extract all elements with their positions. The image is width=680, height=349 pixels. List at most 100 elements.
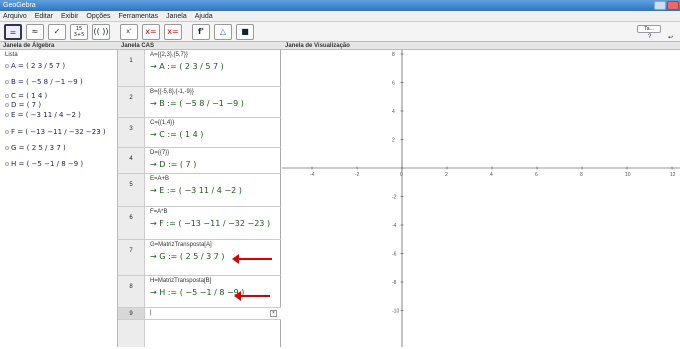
algebra-item-f[interactable]: F = ( −13 −11 / −32 −23 ) bbox=[5, 128, 106, 136]
visibility-toggle-icon[interactable] bbox=[5, 146, 9, 150]
cas-output: → H := ( −5 −1 / 8 −9 ) bbox=[150, 288, 245, 297]
visibility-toggle-icon[interactable] bbox=[5, 130, 9, 134]
visibility-toggle-icon[interactable] bbox=[5, 103, 9, 107]
menu-ferramentas[interactable]: Ferramentas bbox=[118, 13, 158, 20]
cas-row-number[interactable]: 9 bbox=[118, 308, 145, 319]
x-tick-label: 8 bbox=[580, 172, 583, 178]
cas-view: 1 A={{2,3},{5,7}} → A := ( 2 3 / 5 7 ) 2… bbox=[118, 50, 281, 347]
x-tick-label: 2 bbox=[445, 172, 448, 178]
cas-row[interactable]: 2 B={{-5,8},{-1,-9}} → B := ( −5 8 / −1 … bbox=[118, 87, 281, 118]
solve-numerically-tool[interactable]: x= bbox=[164, 24, 182, 40]
y-tick-label: 2 bbox=[392, 138, 395, 144]
algebra-item-a[interactable]: A = ( 2 3 / 5 7 ) bbox=[5, 62, 65, 70]
derivative-f-tool[interactable]: f' bbox=[192, 24, 210, 40]
cas-row[interactable]: 7 G=MatrizTransposta[A] → G := ( 2 5 / 3… bbox=[118, 240, 281, 276]
x-tick-label: 4 bbox=[490, 172, 493, 178]
y-tick-label: -2 bbox=[392, 195, 397, 201]
cas-input[interactable]: D={{7}} bbox=[150, 150, 169, 156]
cas-row[interactable]: 6 F=A*B → F := ( −13 −11 / −32 −23 ) bbox=[118, 207, 281, 240]
x-tick-label: -4 bbox=[310, 172, 315, 178]
cas-header: Janela CAS bbox=[118, 42, 282, 50]
x-tick-label: 10 bbox=[625, 172, 631, 178]
cas-input[interactable]: H=MatrizTransposta[B] bbox=[150, 278, 211, 284]
undo-icon[interactable]: ↩ bbox=[668, 34, 673, 41]
cas-row[interactable]: 1 A={{2,3},{5,7}} → A := ( 2 3 / 5 7 ) bbox=[118, 50, 281, 87]
cas-output: → B := ( −5 8 / −1 −9 ) bbox=[150, 99, 244, 108]
algebra-title: Janela de Álgebra bbox=[3, 43, 55, 49]
visibility-toggle-icon[interactable] bbox=[5, 64, 9, 68]
cas-row-number[interactable]: 6 bbox=[118, 207, 145, 239]
cas-row[interactable]: 3 C={{1,4}} → C := ( 1 4 ) bbox=[118, 118, 281, 148]
menu-exibir[interactable]: Exibir bbox=[61, 13, 79, 20]
menu-ajuda[interactable]: Ajuda bbox=[195, 13, 213, 20]
close-icon[interactable] bbox=[667, 1, 679, 10]
y-tick-label: -8 bbox=[392, 280, 397, 286]
visibility-toggle-icon[interactable] bbox=[5, 162, 9, 166]
menu-arquivo[interactable]: Arquivo bbox=[3, 13, 27, 20]
cas-input[interactable]: B={{-5,8},{-1,-9}} bbox=[150, 89, 194, 95]
minimize-icon[interactable] bbox=[654, 1, 666, 10]
cas-input[interactable]: | bbox=[150, 310, 152, 316]
list-group-label: Lista bbox=[5, 52, 18, 58]
algebra-item-h[interactable]: H = ( −5 −1 / 8 −9 ) bbox=[5, 160, 83, 168]
cas-row-active[interactable]: 9 | × bbox=[118, 308, 281, 320]
delete-tool[interactable]: ■ bbox=[236, 24, 254, 40]
coordinate-axes[interactable]: -4 -2 0 2 4 6 8 10 12 8 6 4 2 -2 -4 -6 -8 -10 bbox=[282, 50, 680, 347]
expand-tool[interactable]: (( )) bbox=[92, 24, 110, 40]
evaluate-tool[interactable]: = bbox=[4, 24, 22, 40]
cas-output: → C := ( 1 4 ) bbox=[150, 130, 204, 139]
annotation-arrow bbox=[232, 254, 272, 264]
cas-input[interactable]: F=A*B bbox=[150, 209, 168, 215]
cas-row[interactable]: 4 D={{7}} → D := ( 7 ) bbox=[118, 148, 281, 174]
keep-input-tool[interactable]: ✓ bbox=[48, 24, 66, 40]
y-tick-label: -4 bbox=[392, 223, 397, 229]
x-tick-label: 12 bbox=[670, 172, 676, 178]
menu-janela[interactable]: Janela bbox=[166, 13, 187, 20]
graphics-header: Janela de Visualização bbox=[282, 42, 680, 50]
row-close-icon[interactable]: × bbox=[270, 310, 277, 317]
cas-row-number[interactable]: 2 bbox=[118, 87, 145, 117]
help-icon[interactable]: ? bbox=[648, 34, 651, 40]
solve-tool[interactable]: x= bbox=[142, 24, 160, 40]
algebra-item-e[interactable]: E = ( −3 11 / 4 −2 ) bbox=[5, 111, 81, 119]
factor-tool[interactable]: 15 3+5 bbox=[70, 24, 88, 40]
visibility-toggle-icon[interactable] bbox=[5, 113, 9, 117]
cas-output: → A := ( 2 3 / 5 7 ) bbox=[150, 62, 224, 71]
cas-row-number[interactable]: 8 bbox=[118, 276, 145, 307]
x-tick-label: 0 bbox=[400, 172, 403, 178]
cas-row-number[interactable]: 4 bbox=[118, 148, 145, 173]
algebra-view: Lista A = ( 2 3 / 5 7 ) B = ( −5 8 / −1 … bbox=[0, 50, 118, 347]
derivative-tool[interactable]: x' bbox=[120, 24, 138, 40]
cas-input[interactable]: G=MatrizTransposta[A] bbox=[150, 242, 212, 248]
cas-output: → F := ( −13 −11 / −32 −23 ) bbox=[150, 219, 271, 228]
cas-title: Janela CAS bbox=[121, 43, 155, 49]
cas-row-number[interactable]: 3 bbox=[118, 118, 145, 147]
cas-row[interactable]: 8 H=MatrizTransposta[B] → H := ( −5 −1 /… bbox=[118, 276, 281, 308]
x-tick-label: -2 bbox=[355, 172, 360, 178]
y-tick-label: -10 bbox=[392, 309, 399, 315]
visibility-toggle-icon[interactable] bbox=[5, 80, 9, 84]
algebra-item-g[interactable]: G = ( 2 5 / 3 7 ) bbox=[5, 144, 66, 152]
graphics-view[interactable]: -4 -2 0 2 4 6 8 10 12 8 6 4 2 -2 -4 -6 -8 -10 bbox=[282, 50, 680, 347]
toolbar: = ≈ ✓ 15 3+5 (( )) x' x= x= f' △ ■ Ta...… bbox=[0, 22, 680, 42]
cas-row-number[interactable]: 5 bbox=[118, 174, 145, 206]
tab-search-button[interactable]: Ta... bbox=[637, 25, 661, 33]
algebra-item-b[interactable]: B = ( −5 8 / −1 −9 ) bbox=[5, 78, 83, 86]
cas-row[interactable]: 5 E=A+B → E := ( −3 11 / 4 −2 ) bbox=[118, 174, 281, 207]
integral-tool[interactable]: △ bbox=[214, 24, 232, 40]
cas-input[interactable]: C={{1,4}} bbox=[150, 120, 174, 126]
algebra-item-c[interactable]: C = ( 1 4 ) bbox=[5, 92, 47, 100]
cas-input[interactable]: A={{2,3},{5,7}} bbox=[150, 52, 188, 58]
cas-gutter bbox=[118, 320, 145, 347]
cas-input[interactable]: E=A+B bbox=[150, 176, 169, 182]
menu-opcoes[interactable]: Opções bbox=[86, 13, 110, 20]
y-tick-label: 4 bbox=[392, 109, 395, 115]
y-tick-label: 8 bbox=[392, 52, 395, 58]
algebra-item-d[interactable]: D = ( 7 ) bbox=[5, 101, 41, 109]
menu-editar[interactable]: Editar bbox=[35, 13, 53, 20]
cas-row-number[interactable]: 1 bbox=[118, 50, 145, 86]
numeric-tool[interactable]: ≈ bbox=[26, 24, 44, 40]
menu-bar: Arquivo Editar Exibir Opções Ferramentas… bbox=[0, 11, 680, 22]
cas-row-number[interactable]: 7 bbox=[118, 240, 145, 275]
visibility-toggle-icon[interactable] bbox=[5, 94, 9, 98]
